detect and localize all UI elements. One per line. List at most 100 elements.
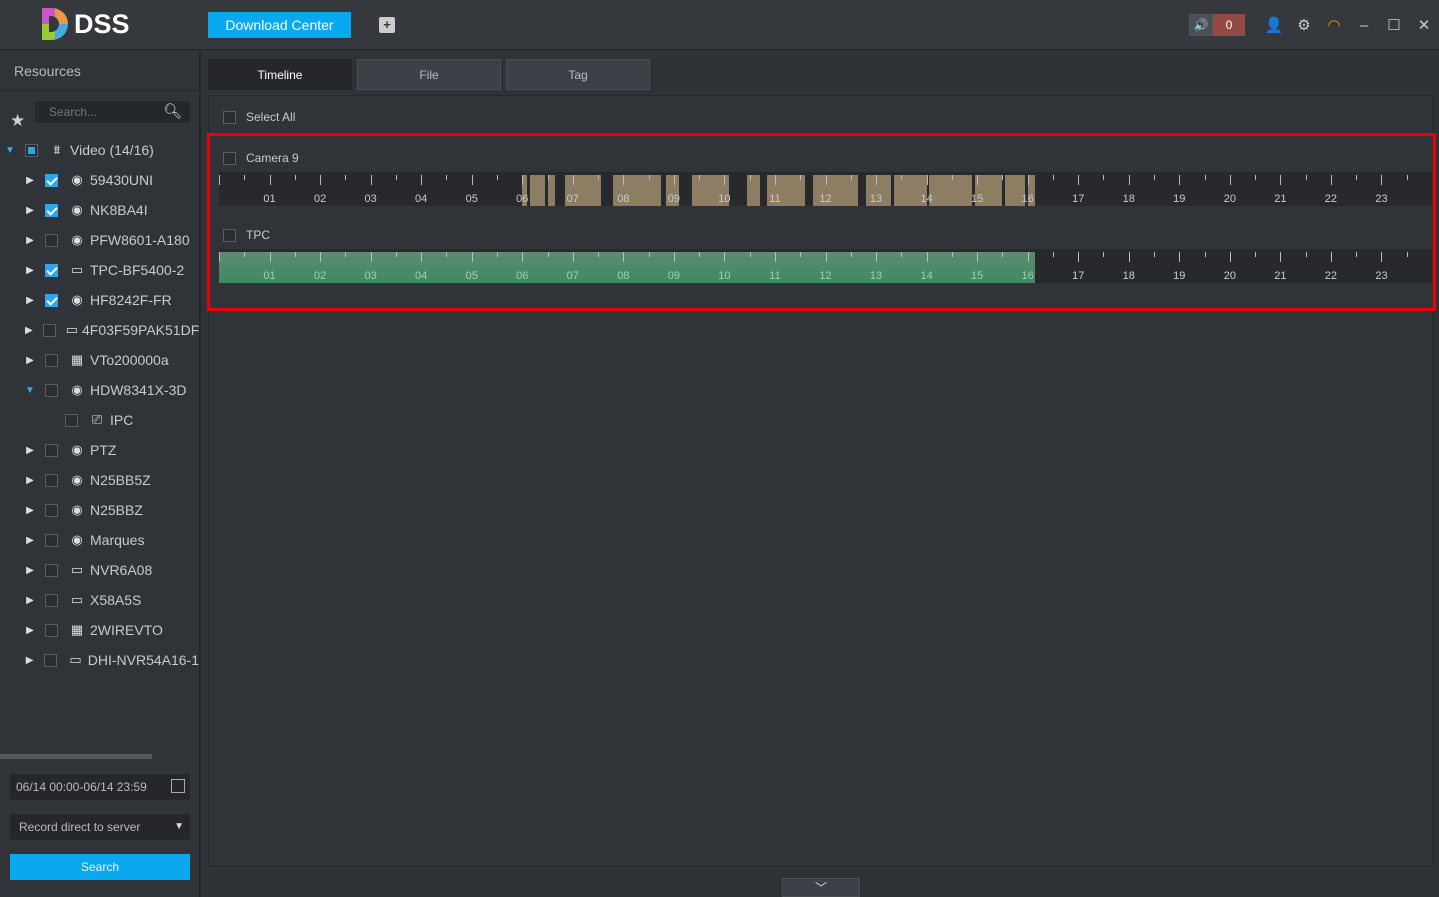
tpc-timeline[interactable]: 01 02 03 04 05 06 07 08 09 10 11 12 13 14 15 16 17 18 19 20…	[219, 249, 1432, 283]
timeline-tick	[774, 175, 776, 185]
channel-checkbox[interactable]	[223, 151, 236, 165]
tree-checkbox[interactable]	[45, 293, 58, 307]
tree-checkbox[interactable]	[45, 563, 58, 577]
tree-node[interactable]: ▼ ⩩ Video (14/16)	[0, 135, 199, 165]
channel-checkbox[interactable]	[223, 228, 236, 242]
tree-checkbox[interactable]	[45, 443, 58, 457]
tree-checkbox[interactable]	[42, 323, 56, 337]
close-icon[interactable]: ✕	[1409, 16, 1439, 34]
timeline-tick	[1154, 175, 1156, 180]
add-tab-icon[interactable]: +	[379, 17, 395, 33]
expand-arrow-icon[interactable]: ▶	[25, 565, 35, 576]
nvr-icon: ▭	[70, 562, 84, 577]
expand-arrow-open-icon[interactable]: ▼	[5, 145, 15, 156]
tree-node[interactable]: ▶ ◉ N25BBZ	[0, 495, 199, 525]
tree-checkbox[interactable]	[45, 623, 58, 637]
select-all[interactable]: Select All	[223, 110, 295, 124]
minimize-icon[interactable]: –	[1349, 17, 1379, 34]
tree-node-label: IPC	[110, 412, 134, 428]
tree-node[interactable]: ⎚ IPC	[0, 405, 199, 435]
recording-segment[interactable]	[529, 175, 545, 206]
tree-node[interactable]: ▶ ▭ X58A5S	[0, 585, 199, 615]
tab-file[interactable]: File	[357, 59, 501, 90]
tree-checkbox[interactable]	[45, 593, 58, 607]
tree-checkbox[interactable]	[25, 143, 38, 157]
expand-arrow-icon[interactable]: ▶	[25, 625, 35, 636]
tree-node[interactable]: ▶ ◉ N25BB5Z	[0, 465, 199, 495]
channel-header[interactable]: Camera 9	[223, 151, 299, 165]
alarm-count-badge[interactable]: 0	[1213, 14, 1245, 36]
timeline-tick	[623, 175, 625, 185]
date-range-field[interactable]: 06/14 00:00-06/14 23:59	[10, 774, 190, 800]
tree-node[interactable]: ▶ ▭ DHI-NVR54A16-1	[0, 645, 199, 675]
tree-node[interactable]: ▶ ◉ 59430UNI	[0, 165, 199, 195]
tab-tag[interactable]: Tag	[506, 59, 650, 90]
recording-segment[interactable]	[929, 175, 973, 206]
tree-node[interactable]: ▶ ◉ PFW8601-A180	[0, 225, 199, 255]
tree-checkbox[interactable]	[44, 653, 58, 667]
camera-icon: ◉	[71, 472, 83, 487]
tree-node[interactable]: ▶ ▭ NVR6A08	[0, 555, 199, 585]
tree-checkbox[interactable]	[45, 353, 58, 367]
expand-arrow-icon[interactable]: ▶	[25, 205, 35, 216]
tree-node[interactable]: ▼ ◉ HDW8341X-3D	[0, 375, 199, 405]
expand-arrow-icon[interactable]: ▶	[25, 265, 35, 276]
download-center-button[interactable]: Download Center	[208, 12, 351, 38]
camera-9-timeline[interactable]: 01 02 03 04 05 06 07 08 09 10 11 12 13 14 15 16 17 18 19 20…	[219, 172, 1432, 206]
search-input[interactable]	[35, 101, 155, 123]
calendar-icon[interactable]	[171, 779, 185, 793]
tree-checkbox[interactable]	[45, 203, 58, 217]
expand-arrow-icon[interactable]: ▶	[25, 595, 35, 606]
search-button[interactable]: Search	[10, 854, 190, 880]
expand-arrow-icon[interactable]: ▶	[25, 445, 35, 456]
expand-arrow-icon[interactable]: ▶	[25, 655, 34, 666]
tree-node[interactable]: ▶ ◉ NK8BA4I	[0, 195, 199, 225]
maximize-icon[interactable]: ☐	[1379, 16, 1409, 34]
tree-node[interactable]: ▶ ◉ HF8242F-FR	[0, 285, 199, 315]
expand-arrow-icon[interactable]: ▶	[25, 295, 35, 306]
horizontal-scrollbar[interactable]	[0, 754, 152, 759]
timeline-tick	[1103, 175, 1105, 180]
hour-label: 15	[971, 193, 984, 205]
tree-checkbox[interactable]	[65, 413, 78, 427]
collapse-panel-button[interactable]: ﹀	[782, 878, 860, 897]
expand-arrow-icon[interactable]: ▶	[25, 535, 35, 546]
select-all-checkbox[interactable]	[223, 110, 236, 124]
user-icon[interactable]: 👤	[1259, 16, 1289, 34]
recording-segment[interactable]	[547, 175, 556, 206]
tree-node[interactable]: ▶ ▭ 4F03F59PAK51DF	[0, 315, 199, 345]
gear-icon[interactable]: ⚙	[1289, 16, 1319, 34]
tree-checkbox[interactable]	[45, 473, 58, 487]
timeline-tick	[294, 175, 296, 180]
tree-checkbox[interactable]	[45, 173, 58, 187]
search-icon[interactable]: 🔍︎	[163, 102, 182, 120]
tab-timeline[interactable]: Timeline	[208, 59, 352, 90]
expand-arrow-icon[interactable]: ▶	[25, 325, 33, 336]
performance-gauge-icon[interactable]: ◠	[1319, 16, 1349, 34]
expand-arrow-icon[interactable]: ▶	[25, 355, 35, 366]
expand-arrow-icon[interactable]: ▶	[25, 175, 35, 186]
tree-node[interactable]: ▶ ▦ 2WIREVTO	[0, 615, 199, 645]
tree-checkbox[interactable]	[45, 263, 58, 277]
tree-node[interactable]: ▶ ▦ VTo200000a	[0, 345, 199, 375]
channel-header[interactable]: TPC	[223, 228, 270, 242]
timeline-tick	[1052, 175, 1054, 180]
nvr-icon: ▭	[70, 262, 84, 277]
tree-checkbox[interactable]	[45, 503, 58, 517]
record-type-select[interactable]: Record direct to server ▼	[10, 814, 190, 840]
timeline-tick	[345, 175, 347, 180]
tree-node[interactable]: ▶ ◉ Marques	[0, 525, 199, 555]
resource-search[interactable]: 🔍︎	[35, 101, 190, 123]
expand-arrow-open-icon[interactable]: ▼	[25, 385, 35, 396]
speaker-icon[interactable]: 🔊	[1189, 14, 1213, 36]
expand-arrow-icon[interactable]: ▶	[25, 235, 35, 246]
expand-arrow-icon[interactable]: ▶	[25, 505, 35, 516]
tree-node[interactable]: ▶ ▭ TPC-BF5400-2	[0, 255, 199, 285]
timeline-tick	[1406, 252, 1408, 257]
expand-arrow-icon[interactable]: ▶	[25, 475, 35, 486]
tree-checkbox[interactable]	[45, 533, 58, 547]
tree-checkbox[interactable]	[45, 233, 58, 247]
favorites-star-icon[interactable]: ★	[10, 111, 25, 131]
tree-node[interactable]: ▶ ◉ PTZ	[0, 435, 199, 465]
tree-checkbox[interactable]	[45, 383, 58, 397]
